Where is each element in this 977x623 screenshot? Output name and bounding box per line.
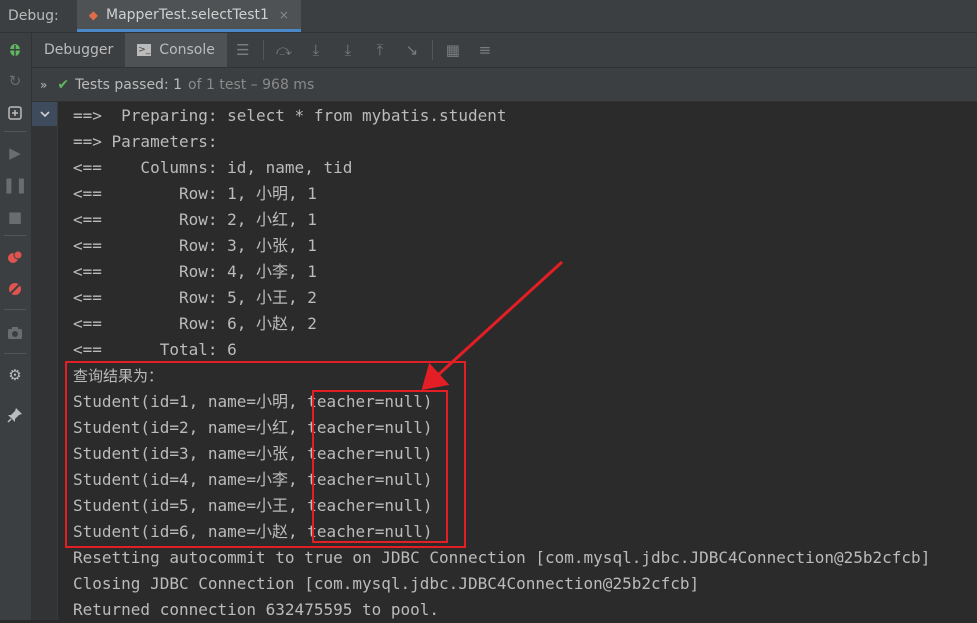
annotation-arrow	[421, 260, 564, 391]
